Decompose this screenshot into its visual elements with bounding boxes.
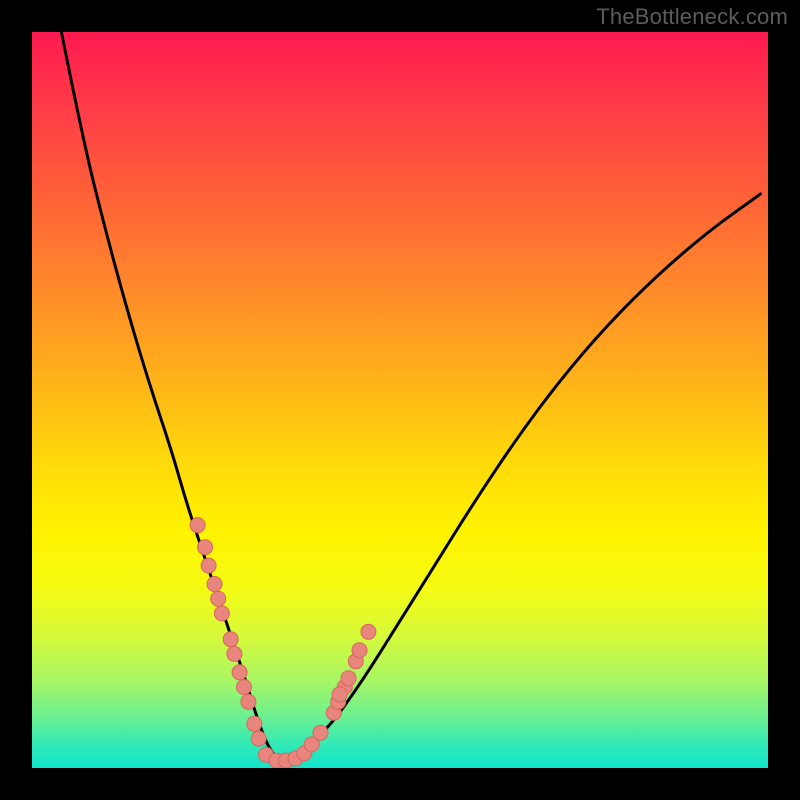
- data-dot: [223, 632, 238, 647]
- data-dot: [190, 518, 205, 533]
- data-dot: [237, 680, 252, 695]
- chart-svg: [32, 32, 768, 768]
- watermark-text: TheBottleneck.com: [596, 4, 788, 30]
- dots-layer: [190, 518, 376, 768]
- plot-area: [32, 32, 768, 768]
- data-dot: [341, 671, 356, 686]
- data-dot: [361, 624, 376, 639]
- curve-layer: [61, 32, 760, 761]
- data-dot: [214, 606, 229, 621]
- data-dot: [211, 591, 226, 606]
- data-dot: [232, 665, 247, 680]
- data-dot: [332, 687, 347, 702]
- data-dot: [227, 646, 242, 661]
- bottleneck-curve: [61, 32, 760, 761]
- data-dot: [247, 716, 262, 731]
- chart-frame: TheBottleneck.com: [0, 0, 800, 800]
- data-dot: [352, 643, 367, 658]
- data-dot: [201, 558, 216, 573]
- data-dot: [198, 540, 213, 555]
- data-dot: [313, 725, 328, 740]
- data-dot: [251, 731, 266, 746]
- data-dot: [207, 577, 222, 592]
- data-dot: [241, 694, 256, 709]
